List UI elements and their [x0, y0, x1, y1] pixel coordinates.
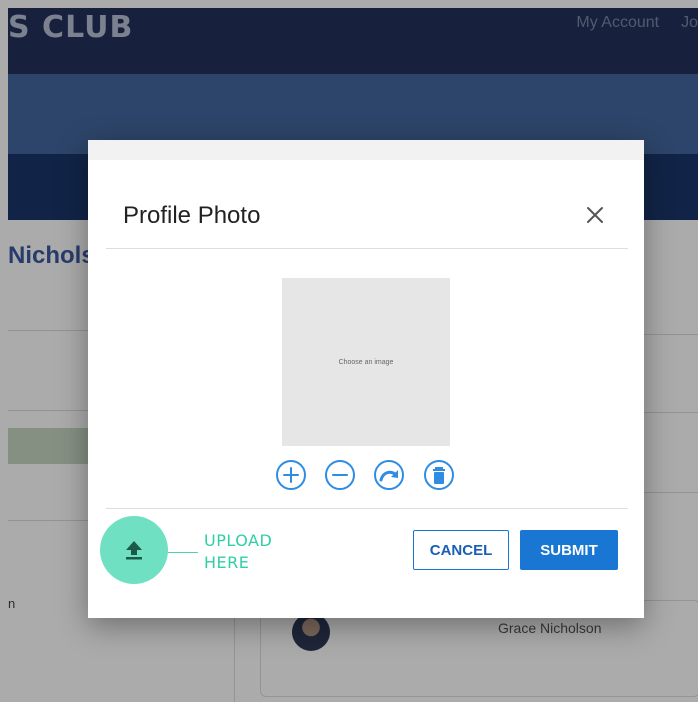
delete-icon	[424, 460, 454, 490]
image-drop-area[interactable]: Choose an image	[282, 278, 450, 446]
dialog-header-divider	[106, 248, 628, 249]
upload-hint: UPLOAD HERE	[204, 531, 273, 572]
upload-icon	[126, 541, 142, 560]
delete-button[interactable]	[423, 459, 455, 491]
profile-photo-dialog: Profile Photo Choose an image UPLOAD HER…	[88, 140, 644, 618]
zoom-in-button[interactable]	[275, 459, 307, 491]
dialog-footer-divider	[106, 508, 628, 509]
close-icon	[587, 207, 603, 223]
close-button[interactable]	[582, 202, 608, 228]
zoom-in-icon	[276, 460, 306, 490]
cancel-button[interactable]: CANCEL	[413, 530, 509, 570]
upload-button[interactable]	[100, 516, 168, 584]
upload-callout-line	[168, 552, 198, 553]
zoom-out-icon	[325, 460, 355, 490]
submit-button[interactable]: SUBMIT	[520, 530, 618, 570]
rotate-button[interactable]	[373, 459, 405, 491]
rotate-icon	[374, 460, 404, 490]
zoom-out-button[interactable]	[324, 459, 356, 491]
dialog-title: Profile Photo	[123, 202, 261, 229]
dialog-top-strip	[88, 140, 644, 160]
image-placeholder-text: Choose an image	[338, 358, 394, 366]
